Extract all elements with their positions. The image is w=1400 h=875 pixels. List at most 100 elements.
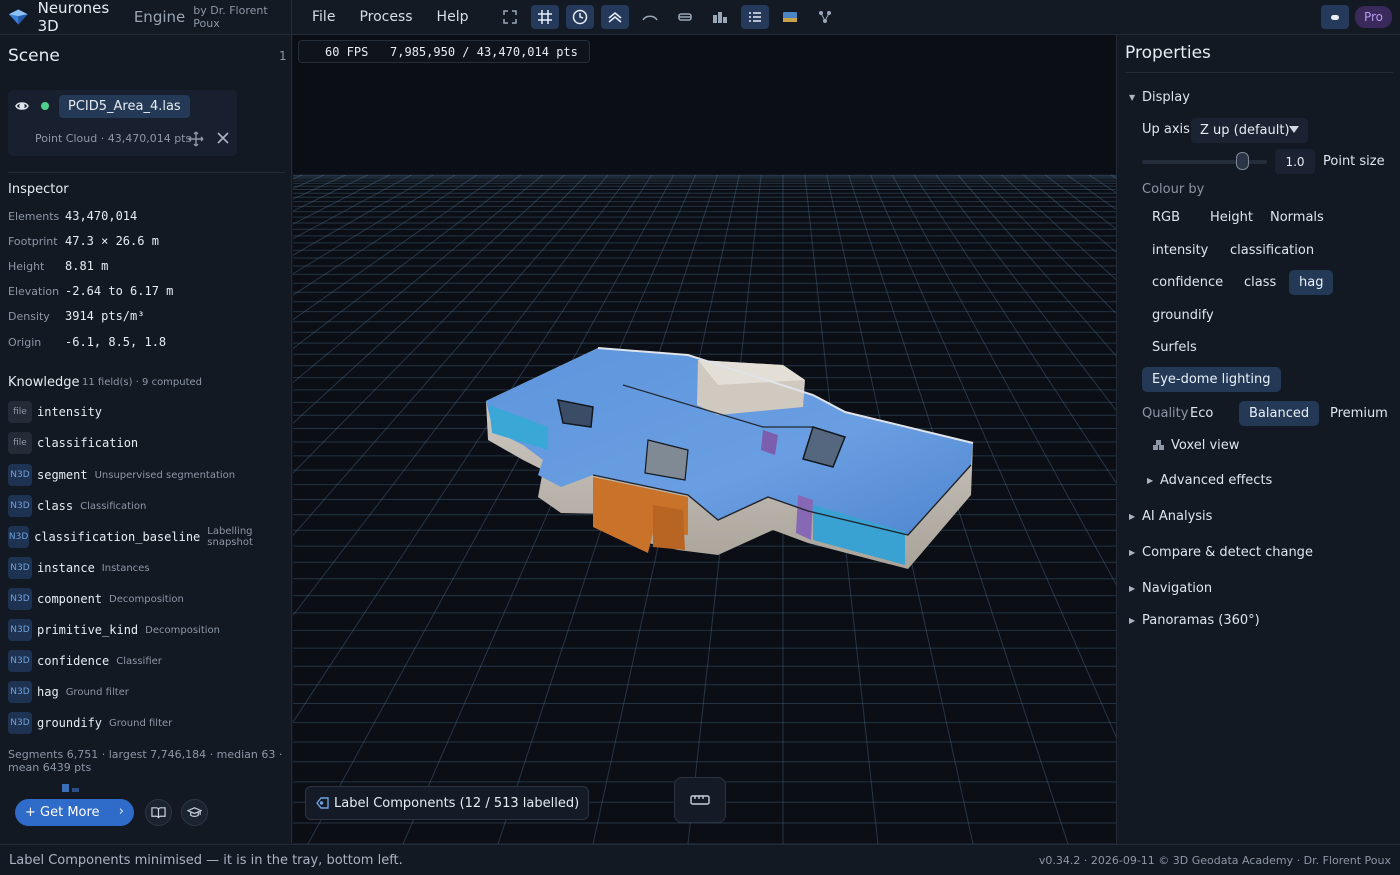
point-size-input[interactable]: 1.0 bbox=[1275, 149, 1315, 174]
section-display[interactable]: ▼ Display bbox=[1129, 90, 1190, 105]
curve-button[interactable] bbox=[636, 5, 664, 29]
properties-panel: Properties ▼ Display Up axis Z up (defau… bbox=[1116, 35, 1400, 844]
colour-option[interactable]: hag bbox=[1289, 270, 1334, 295]
histogram-bar bbox=[72, 788, 79, 792]
docs-button[interactable] bbox=[145, 799, 172, 826]
status-bar: Label Components minimised — it is in th… bbox=[0, 844, 1400, 875]
section-icon bbox=[678, 13, 693, 21]
colour-option[interactable]: classification bbox=[1220, 238, 1324, 263]
eye-icon[interactable] bbox=[15, 100, 29, 112]
colour-option[interactable]: groundify bbox=[1142, 303, 1224, 328]
colour-option[interactable]: intensity bbox=[1142, 238, 1218, 263]
list-button[interactable] bbox=[741, 5, 770, 29]
field-name: primitive_kind bbox=[37, 623, 139, 637]
fullscreen-button[interactable] bbox=[496, 5, 524, 29]
field-source-badge: N3D bbox=[8, 681, 32, 703]
chevron-right-icon: › bbox=[118, 804, 124, 819]
layers-button[interactable] bbox=[601, 5, 630, 29]
section-panoramas[interactable]: ▶ Panoramas (360°) bbox=[1129, 613, 1260, 628]
field-name: component bbox=[37, 592, 103, 606]
field-description: Labelling snapshot bbox=[207, 526, 253, 548]
blocks-button[interactable] bbox=[706, 5, 734, 29]
colour-option[interactable]: Height bbox=[1200, 205, 1263, 230]
orbit-button[interactable] bbox=[566, 5, 595, 29]
inspector-row: Density 3914 pts/m³ bbox=[8, 308, 288, 326]
section-label: Panoramas (360°) bbox=[1142, 613, 1260, 628]
3d-viewport[interactable]: 60 FPS 7,985,950 / 43,470,014 pts Label … bbox=[293, 35, 1116, 844]
menu-help[interactable]: Help bbox=[427, 9, 479, 25]
inspector-value: -2.64 to 6.17 m bbox=[65, 284, 174, 298]
left-panel: Scene 1 PCID5_Area_4.las Point Cloud · 4… bbox=[0, 35, 292, 844]
colour-option[interactable]: RGB bbox=[1142, 205, 1190, 230]
knowledge-field[interactable]: N3D hag Ground filter bbox=[8, 681, 290, 703]
section-navigation[interactable]: ▶ Navigation bbox=[1129, 581, 1212, 596]
knowledge-field[interactable]: N3D segment Unsupervised segmentation bbox=[8, 464, 290, 486]
inspector-key: Origin bbox=[8, 336, 42, 349]
triangle-right-icon: ▶ bbox=[1129, 548, 1136, 557]
menu-process[interactable]: Process bbox=[349, 9, 422, 25]
advanced-effects-toggle[interactable]: ▶ Advanced effects bbox=[1147, 473, 1272, 488]
eye-dome-lighting-toggle[interactable]: Eye-dome lighting bbox=[1142, 367, 1281, 392]
knowledge-field[interactable]: N3D primitive_kind Decomposition bbox=[8, 619, 290, 641]
inspector-value: 43,470,014 bbox=[65, 209, 138, 223]
knowledge-field[interactable]: N3D instance Instances bbox=[8, 557, 290, 579]
quality-option[interactable]: Balanced bbox=[1239, 401, 1320, 426]
toggle-icon bbox=[1330, 14, 1339, 20]
colour-option[interactable]: Normals bbox=[1260, 205, 1334, 230]
field-source-badge: N3D bbox=[8, 588, 32, 610]
knowledge-field[interactable]: N3D groundify Ground filter bbox=[8, 712, 290, 734]
grid-toggle-button[interactable] bbox=[531, 5, 560, 29]
field-source-badge: file bbox=[8, 401, 32, 423]
pro-badge[interactable]: Pro bbox=[1354, 6, 1392, 28]
section-ai-analysis[interactable]: ▶ AI Analysis bbox=[1129, 509, 1212, 524]
quality-option[interactable]: Premium bbox=[1320, 401, 1398, 426]
toolbar bbox=[496, 5, 846, 29]
field-name: intensity bbox=[37, 405, 103, 419]
up-axis-select[interactable]: Z up (default) bbox=[1191, 118, 1308, 143]
toggle-button[interactable] bbox=[1320, 5, 1349, 29]
menu-file[interactable]: File bbox=[302, 9, 345, 25]
knowledge-title: Knowledge bbox=[8, 375, 80, 390]
colour-option[interactable]: class bbox=[1234, 270, 1286, 295]
field-name: groundify bbox=[37, 716, 103, 730]
scene-item[interactable]: PCID5_Area_4.las Point Cloud · 43,470,01… bbox=[8, 90, 237, 156]
tag-icon bbox=[316, 797, 329, 809]
knowledge-field[interactable]: N3D component Decomposition bbox=[8, 588, 290, 610]
image-button[interactable] bbox=[776, 5, 804, 29]
nodes-button[interactable] bbox=[811, 5, 839, 29]
knowledge-field[interactable]: N3D classification_baseline Labelling snap… bbox=[8, 526, 290, 548]
slider-thumb[interactable] bbox=[1236, 152, 1249, 170]
knowledge-field[interactable]: file classification bbox=[8, 432, 290, 454]
orbit-icon bbox=[573, 9, 588, 25]
caret-down-icon bbox=[1289, 126, 1299, 133]
knowledge-field[interactable]: file intensity bbox=[8, 401, 290, 423]
field-description: Classifier bbox=[116, 655, 162, 667]
knowledge-field[interactable]: N3D class Classification bbox=[8, 495, 290, 517]
academy-button[interactable] bbox=[181, 799, 208, 826]
get-more-label: + Get More bbox=[25, 805, 100, 820]
get-more-button[interactable]: + Get More › bbox=[15, 799, 134, 826]
inspector-value: 3914 pts/m³ bbox=[65, 309, 145, 323]
point-cloud-building[interactable] bbox=[293, 35, 1116, 844]
quality-option[interactable]: Eco bbox=[1180, 401, 1223, 426]
label-components-tray[interactable]: Label Components (12 / 513 labelled) bbox=[305, 786, 590, 820]
voxel-view-toggle[interactable]: Voxel view bbox=[1152, 438, 1239, 453]
section-compare[interactable]: ▶ Compare & detect change bbox=[1129, 545, 1313, 560]
account-area: Pro bbox=[1320, 5, 1392, 29]
section-display-label: Display bbox=[1142, 90, 1190, 105]
colour-option[interactable]: Surfels bbox=[1142, 335, 1207, 360]
cube-icon bbox=[1153, 439, 1164, 450]
colour-option[interactable]: confidence bbox=[1142, 270, 1233, 295]
inspector-row: Elevation -2.64 to 6.17 m bbox=[8, 283, 288, 301]
inspector-row: Footprint 47.3 × 26.6 m bbox=[8, 233, 288, 251]
inspector-value: 8.81 m bbox=[65, 259, 109, 273]
measure-button[interactable] bbox=[674, 777, 726, 823]
triangle-right-icon: ▶ bbox=[1129, 616, 1136, 625]
field-name: classification_baseline bbox=[34, 530, 201, 544]
section-button[interactable] bbox=[671, 5, 699, 29]
scene-count: 1 bbox=[279, 49, 287, 63]
knowledge-field[interactable]: N3D confidence Classifier bbox=[8, 650, 290, 672]
close-icon[interactable] bbox=[216, 131, 230, 145]
move-icon[interactable] bbox=[188, 131, 204, 147]
scene-item-file[interactable]: PCID5_Area_4.las bbox=[59, 95, 190, 118]
